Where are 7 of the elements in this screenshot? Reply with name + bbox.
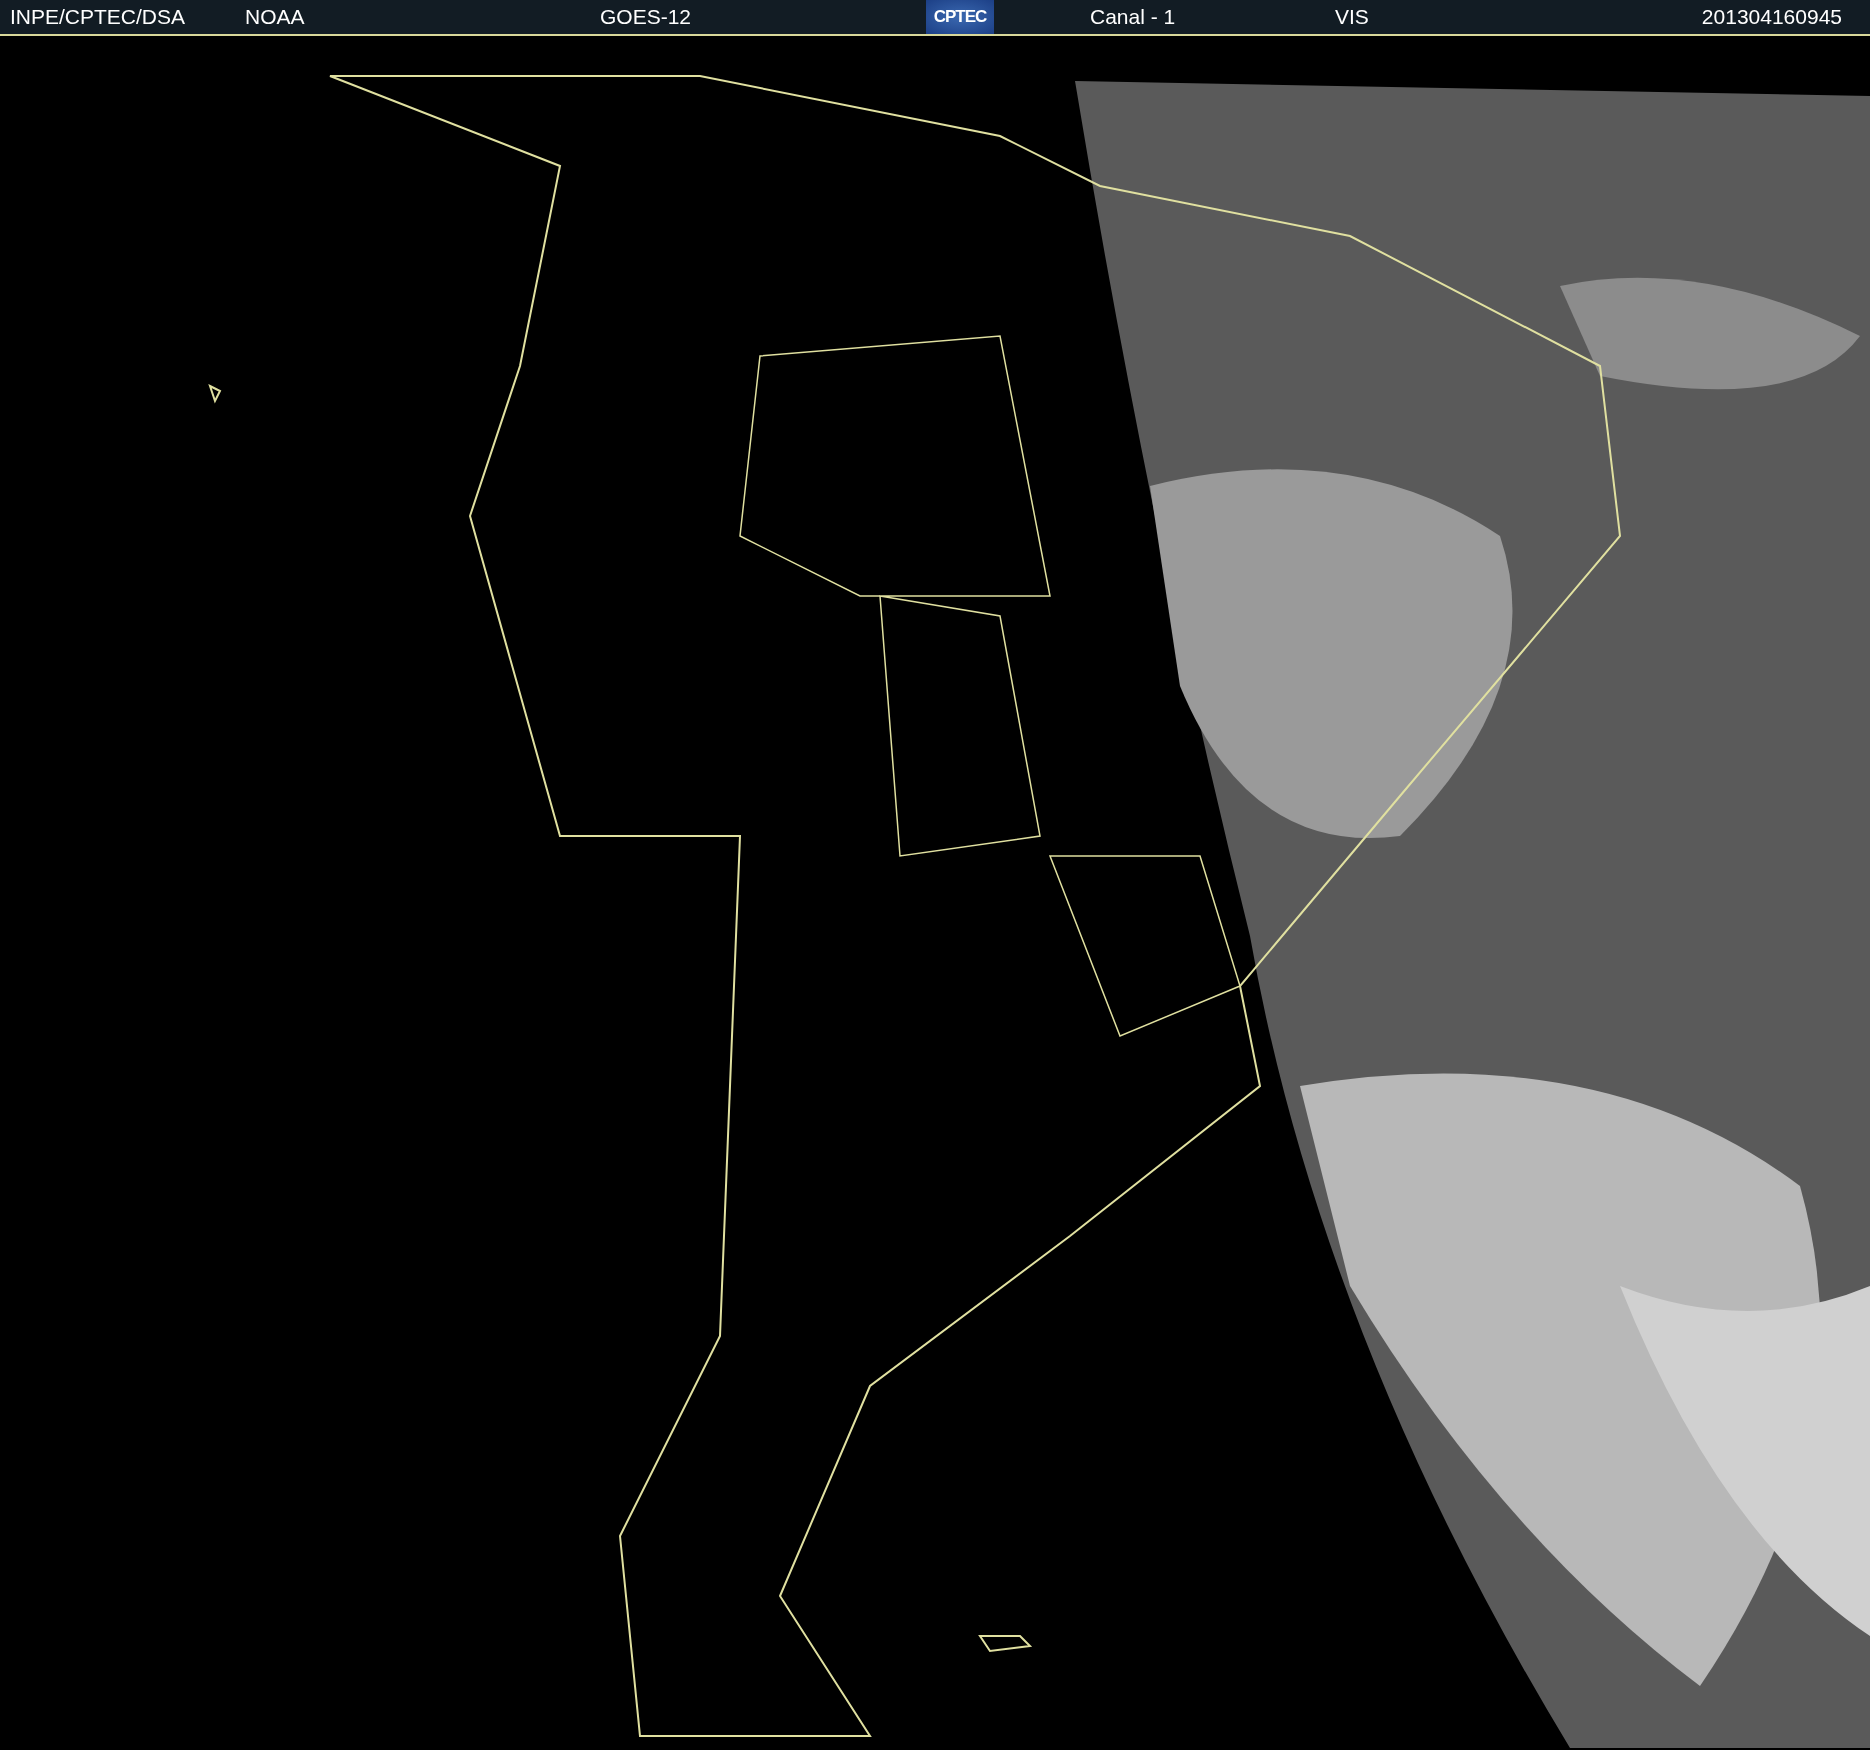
header-label: NOAA — [245, 4, 306, 31]
header-label: GOES-12 — [600, 4, 693, 31]
header-label: Canal - 1 — [1090, 4, 1177, 31]
logo: CPTEC — [926, 0, 994, 34]
header-label: INPE/CPTEC/DSA — [10, 4, 187, 31]
header-label: VIS — [1335, 4, 1370, 31]
header-label: 201304160945 — [1701, 4, 1842, 31]
